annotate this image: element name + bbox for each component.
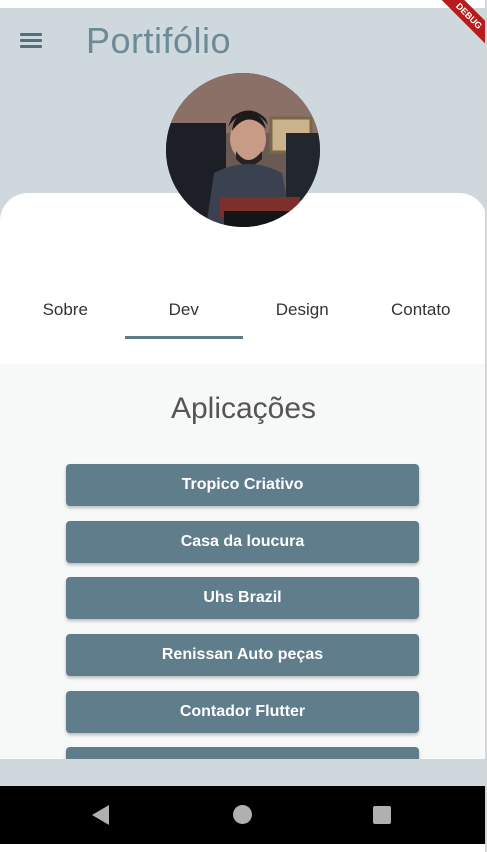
- square-recent-icon[interactable]: [373, 806, 391, 824]
- tab-dev[interactable]: Dev: [124, 290, 244, 342]
- tab-bar: Sobre Dev Design Contato: [6, 290, 480, 342]
- app-button-uhs-brazil[interactable]: Uhs Brazil: [66, 577, 419, 619]
- phone-screen: Portifólio DEBUG Sobre Dev Design Contat…: [0, 0, 487, 852]
- page-title: Portifólio: [86, 20, 232, 61]
- tab-content: Aplicações Tropico Criativo Casa da louc…: [0, 364, 487, 759]
- avatar: [166, 73, 320, 227]
- section-title: Aplicações: [170, 392, 317, 425]
- app-button-tropico-criativo[interactable]: Tropico Criativo: [66, 464, 419, 506]
- avatar-photo: [166, 73, 320, 227]
- tab-sobre[interactable]: Sobre: [6, 290, 125, 342]
- app-button-partial[interactable]: [66, 747, 419, 759]
- tab-design[interactable]: Design: [243, 290, 362, 342]
- hamburger-menu-icon[interactable]: [20, 30, 46, 52]
- triangle-back-icon[interactable]: [92, 805, 109, 825]
- system-navigation-bar: [0, 786, 487, 844]
- debug-banner-label: DEBUG: [431, 0, 487, 56]
- app-button-renissan-auto-pecas[interactable]: Renissan Auto peças: [66, 634, 419, 676]
- bottom-strip: [0, 759, 487, 786]
- status-bar: [0, 0, 487, 8]
- circle-home-icon[interactable]: [233, 805, 252, 824]
- tab-contato[interactable]: Contato: [362, 290, 481, 342]
- app-button-casa-da-loucura[interactable]: Casa da loucura: [66, 521, 419, 563]
- app-button-contador-flutter[interactable]: Contador Flutter: [66, 691, 419, 733]
- debug-banner: DEBUG: [431, 0, 487, 58]
